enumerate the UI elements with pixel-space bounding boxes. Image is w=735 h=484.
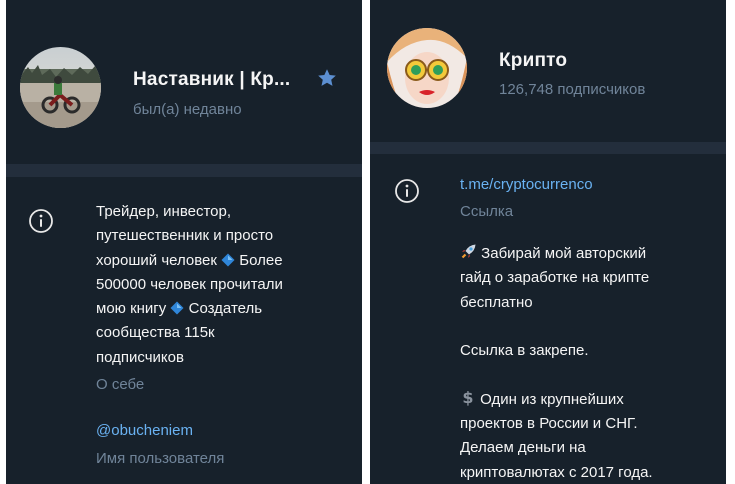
avatar-image	[387, 28, 467, 108]
bio-fragment: хороший человек	[96, 251, 217, 269]
avatar[interactable]	[20, 47, 101, 128]
channel-title: Крипто	[499, 50, 568, 71]
desc-line: проектов в России и СНГ.	[460, 415, 638, 433]
profile-header: Наставник | Кр... был(а) недавно	[6, 0, 362, 164]
rocket-icon	[461, 244, 476, 259]
right-profile-panel: Крипто 126,748 подписчиков t.me/cryptocu…	[370, 0, 726, 484]
bio-caption: О себе	[96, 376, 145, 393]
username-caption: Имя пользователя	[96, 450, 225, 467]
bio-line: Трейдер, инвестор,	[96, 203, 232, 220]
last-seen-status: был(а) недавно	[133, 101, 242, 118]
bio-fragment: Более	[239, 251, 283, 269]
left-profile-panel: Наставник | Кр... был(а) недавно Трейдер…	[6, 0, 362, 484]
svg-text:$: $	[462, 389, 473, 406]
avatar-image	[20, 47, 101, 128]
channel-description: Забирай мой авторский гайд о заработке н…	[460, 242, 653, 484]
avatar[interactable]	[387, 28, 467, 108]
bio-fragment: Создатель	[188, 300, 263, 318]
username-link[interactable]: @obucheniem	[96, 422, 193, 439]
blue-diamond-icon	[221, 253, 235, 267]
desc-line: бесплатно	[460, 293, 533, 311]
profile-header: Крипто 126,748 подписчиков	[370, 0, 726, 142]
subscriber-count: 126,748 подписчиков	[499, 81, 646, 98]
info-icon	[29, 209, 53, 233]
bio-line: хороший человек Более	[96, 249, 283, 273]
desc-line: криптовалютах с 2017 года.	[460, 463, 653, 481]
desc-line: Делаем деньги на	[460, 439, 586, 457]
bio-line: подписчиков	[96, 348, 184, 366]
desc-line: гайд о заработке на крипте	[460, 269, 650, 287]
bio-line: путешественник и просто	[96, 227, 274, 245]
desc-line: Забирай мой авторский	[460, 242, 653, 266]
blue-diamond-icon	[170, 301, 184, 315]
divider	[6, 164, 362, 177]
divider	[370, 142, 726, 154]
desc-fragment: Забирай мой авторский	[481, 245, 647, 262]
desc-line	[460, 315, 653, 339]
desc-line: $ Один из крупнейших	[460, 388, 653, 412]
profile-title: Наставник | Кр...	[133, 69, 291, 90]
channel-link[interactable]: t.me/cryptocurrenco	[460, 176, 593, 193]
bio-line: сообщества 115к	[96, 324, 215, 342]
info-icon	[395, 179, 419, 203]
bio-line: 500000 человек прочитали	[96, 275, 283, 293]
bio-line: мою книгу Создатель	[96, 297, 283, 321]
desc-line: Ссылка в закрепе.	[460, 342, 589, 360]
link-caption: Ссылка	[460, 203, 514, 220]
desc-fragment: Один из крупнейших	[480, 390, 624, 408]
star-icon	[318, 69, 336, 86]
bio-fragment: мою книгу	[96, 300, 167, 318]
desc-line	[460, 363, 653, 387]
bio-text: Трейдер, инвестор, путешественник и прос…	[96, 200, 283, 370]
dollar-icon: $	[462, 389, 473, 406]
